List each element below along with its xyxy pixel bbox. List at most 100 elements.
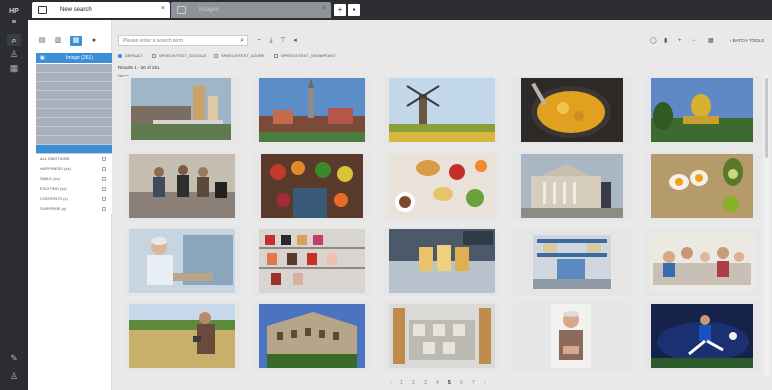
bakery-counter-image bbox=[383, 227, 501, 296]
app-logo: HP bbox=[9, 8, 19, 15]
street-musicians-image bbox=[123, 152, 241, 221]
logo-marker bbox=[12, 20, 16, 23]
batch-tools-button[interactable]: ‹ BATCH TOOLS bbox=[730, 36, 764, 46]
filter-azure[interactable]: SPEECH/TEXT_AZURE bbox=[214, 52, 265, 60]
tab-window-icon bbox=[38, 6, 47, 14]
pager-page[interactable]: 2 bbox=[412, 380, 415, 386]
facet-checkbox[interactable] bbox=[102, 157, 106, 161]
trash-icon[interactable]: ▮ bbox=[664, 36, 667, 46]
list-view-icon[interactable]: ▤ bbox=[36, 36, 48, 46]
pager-page-current[interactable]: 5 bbox=[448, 380, 451, 386]
pager-next[interactable]: › bbox=[484, 380, 486, 386]
filter-item[interactable] bbox=[36, 136, 112, 145]
filter-default[interactable]: DEFAULT bbox=[118, 52, 143, 60]
close-icon[interactable]: × bbox=[322, 5, 326, 12]
add-tab-button[interactable]: + bbox=[334, 4, 346, 16]
pager-page[interactable]: 7 bbox=[472, 380, 475, 386]
tab-images[interactable]: Images × bbox=[171, 2, 331, 18]
facet-happiness[interactable]: HAPPINESS (xx) bbox=[36, 164, 112, 174]
search-input[interactable]: Please enter a search term ⌕ bbox=[118, 35, 248, 46]
filter-google[interactable]: SPEECH/TEXT_GOOGLE bbox=[152, 52, 206, 60]
image-tile[interactable] bbox=[643, 152, 761, 221]
pager-page[interactable]: 3 bbox=[424, 380, 427, 386]
facet-checkbox[interactable] bbox=[102, 187, 106, 191]
image-tile[interactable] bbox=[123, 152, 241, 221]
image-tile[interactable] bbox=[383, 302, 501, 371]
grid-scrollbar[interactable] bbox=[764, 76, 769, 376]
eggs-avocado-image bbox=[643, 152, 761, 221]
golden-temple-image bbox=[643, 76, 761, 145]
filter-item[interactable] bbox=[36, 91, 112, 100]
facet-surprise[interactable]: SURPRISE (x) bbox=[36, 204, 112, 214]
image-tile[interactable] bbox=[513, 227, 631, 296]
search-toolbar: Please enter a search term ⌕ − ⤓ ⊤ ◂ ◯ ▮… bbox=[112, 34, 772, 48]
facet-checkbox[interactable] bbox=[102, 177, 106, 181]
pager-page[interactable]: 4 bbox=[436, 380, 439, 386]
facet-label: SMILE (xx) bbox=[40, 176, 60, 181]
image-tile[interactable] bbox=[383, 76, 501, 145]
image-tile[interactable] bbox=[123, 227, 241, 296]
add-icon[interactable]: + bbox=[678, 36, 682, 46]
filter-item[interactable] bbox=[36, 118, 112, 127]
facet-exciting[interactable]: EXCITING (xx) bbox=[36, 184, 112, 194]
account-icon[interactable]: ♙ bbox=[7, 370, 21, 382]
search-icon[interactable]: ⌕ bbox=[240, 36, 244, 46]
image-tile[interactable] bbox=[253, 76, 371, 145]
tab-new-search[interactable]: New search × bbox=[32, 2, 170, 18]
remove-icon[interactable]: − bbox=[692, 36, 696, 46]
filter-item[interactable] bbox=[36, 64, 112, 73]
filter-item[interactable] bbox=[36, 73, 112, 82]
filter-snowpoint[interactable]: SPEECH/TEXT_SNOWPOINT bbox=[274, 52, 336, 60]
facet-checkbox[interactable] bbox=[102, 197, 106, 201]
scroll-thumb[interactable] bbox=[765, 78, 768, 158]
filter-item-selected[interactable] bbox=[36, 145, 112, 154]
search-icon[interactable]: ⌕ bbox=[7, 34, 21, 46]
facet-contents[interactable]: CONTENTS (x) bbox=[36, 194, 112, 204]
facet-all-emotions[interactable]: ALL EMOTIONS bbox=[36, 154, 112, 164]
image-tile[interactable] bbox=[383, 227, 501, 296]
filter-label: SPEECH/TEXT_AZURE bbox=[221, 53, 265, 58]
pager-prev[interactable]: ‹ bbox=[390, 380, 392, 386]
tab-window-icon bbox=[177, 6, 186, 14]
image-category-header[interactable]: ▣ Image (261) bbox=[36, 53, 112, 63]
audio-icon[interactable]: ◂ bbox=[290, 36, 300, 46]
filter-list: ALL EMOTIONS HAPPINESS (xx) SMILE (xx) E… bbox=[36, 64, 112, 214]
filter-item[interactable] bbox=[36, 127, 112, 136]
settings-icon[interactable]: ● bbox=[88, 36, 100, 46]
image-tile[interactable] bbox=[643, 227, 761, 296]
older-man-image bbox=[513, 302, 631, 371]
columns-view-icon[interactable]: ▥ bbox=[52, 36, 64, 46]
search-placeholder: Please enter a search term bbox=[123, 38, 184, 44]
filter-item[interactable] bbox=[36, 100, 112, 109]
filter-item[interactable] bbox=[36, 109, 112, 118]
image-tile[interactable] bbox=[513, 76, 631, 145]
download-icon[interactable]: ⤓ bbox=[266, 36, 276, 46]
image-tile[interactable] bbox=[123, 76, 241, 145]
image-tile[interactable] bbox=[253, 227, 371, 296]
filter-item[interactable] bbox=[36, 82, 112, 91]
image-tile[interactable] bbox=[253, 302, 371, 371]
image-tile[interactable] bbox=[643, 76, 761, 145]
pen-icon[interactable]: ✎ bbox=[7, 352, 21, 364]
refresh-icon[interactable]: ◯ bbox=[650, 36, 657, 46]
tab-menu-button[interactable]: ▪ bbox=[348, 4, 360, 16]
user-icon[interactable]: ♙ bbox=[7, 48, 21, 60]
facet-checkbox[interactable] bbox=[102, 207, 106, 211]
image-tile[interactable] bbox=[513, 302, 631, 371]
grid-icon[interactable]: ▦ bbox=[7, 62, 21, 74]
minus-icon[interactable]: − bbox=[254, 36, 264, 46]
filter-icon[interactable]: ⊤ bbox=[278, 36, 288, 46]
image-tile[interactable] bbox=[383, 152, 501, 221]
pager-page[interactable]: 6 bbox=[460, 380, 463, 386]
grid-size-icon[interactable]: ▦ bbox=[708, 36, 714, 46]
close-icon[interactable]: × bbox=[161, 5, 165, 12]
facet-checkbox[interactable] bbox=[102, 167, 106, 171]
building-facade-image bbox=[253, 302, 371, 371]
pager-page[interactable]: 1 bbox=[400, 380, 403, 386]
facet-smile[interactable]: SMILE (xx) bbox=[36, 174, 112, 184]
image-tile[interactable] bbox=[513, 152, 631, 221]
grid-view-icon[interactable]: ▦ bbox=[70, 36, 82, 46]
image-tile[interactable] bbox=[643, 302, 761, 371]
image-tile[interactable] bbox=[123, 302, 241, 371]
image-tile[interactable] bbox=[253, 152, 371, 221]
